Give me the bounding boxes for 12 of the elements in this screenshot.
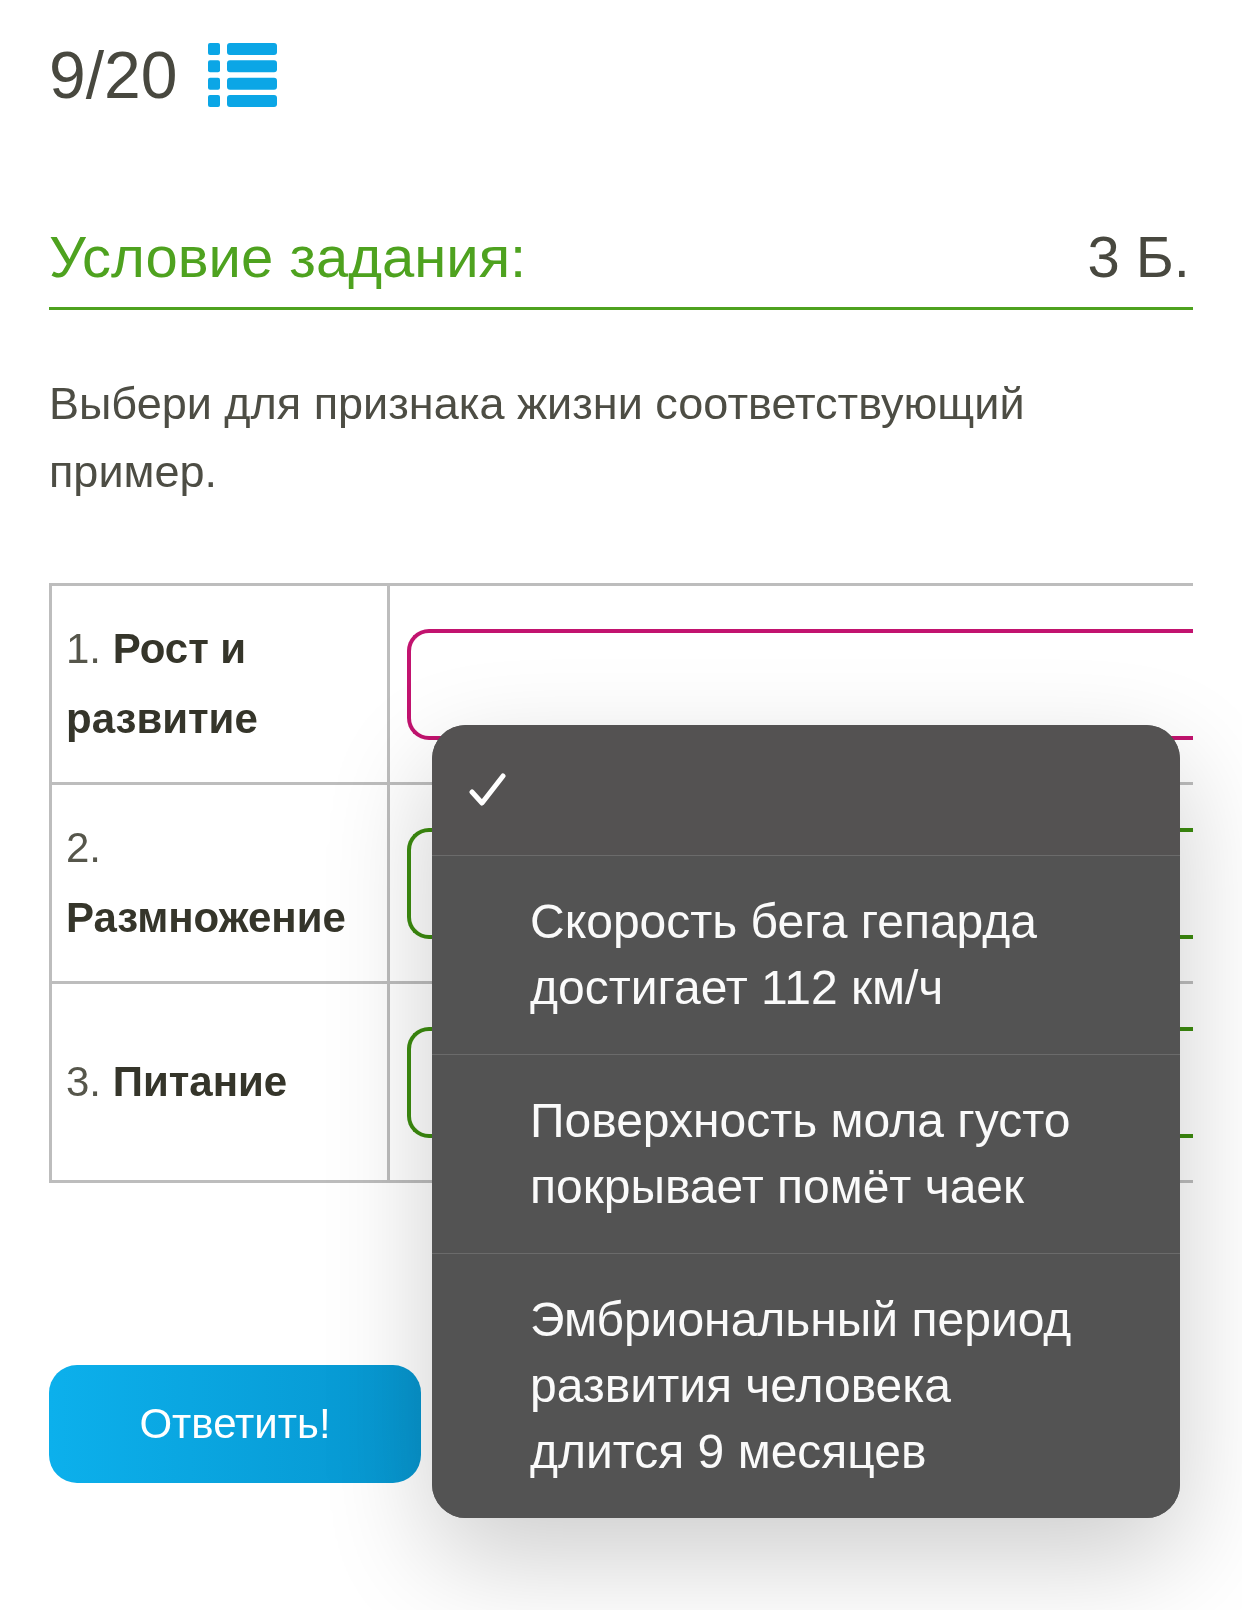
instruction-text: Выбери для признака жизни соответствующий пример.	[49, 377, 1026, 499]
points-label: 3 Б.	[1087, 223, 1191, 291]
menu-option[interactable]: Эмбриональный период развития человека длится 9 месяцев	[432, 1253, 1180, 1518]
table-cell: 1. Рост и развитие	[49, 586, 390, 782]
menu-option[interactable]: Скорость бега гепарда достигает 112 км/ч	[432, 855, 1180, 1054]
list-icon[interactable]	[208, 43, 278, 107]
progress-counter: 9/20	[49, 42, 178, 108]
task-heading: Условие задания:	[49, 223, 527, 291]
table-cell: 2. Размножение	[49, 785, 390, 981]
menu-option[interactable]: Поверхность мола густо покрывает помёт чаек	[432, 1054, 1180, 1253]
check-icon	[469, 773, 506, 807]
table-cell: 3. Питание	[49, 984, 390, 1180]
